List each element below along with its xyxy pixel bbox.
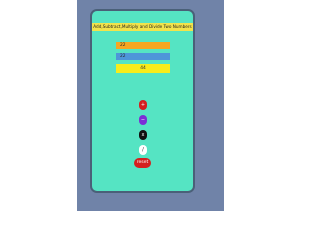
app-title: Add,Subtract,Multiply and Divide Two Num… bbox=[92, 23, 193, 31]
phone-screen: Add,Subtract,Multiply and Divide Two Num… bbox=[90, 9, 195, 193]
reset-button[interactable]: reset bbox=[134, 158, 151, 168]
first-number-input[interactable]: 22 bbox=[116, 42, 170, 49]
subtract-button[interactable]: − bbox=[139, 115, 147, 125]
add-button[interactable]: + bbox=[139, 100, 147, 110]
divide-button[interactable]: / bbox=[139, 145, 147, 155]
second-number-input[interactable]: 22 bbox=[116, 53, 170, 60]
result-display: 44 bbox=[116, 64, 170, 73]
multiply-button[interactable]: x bbox=[139, 130, 147, 140]
